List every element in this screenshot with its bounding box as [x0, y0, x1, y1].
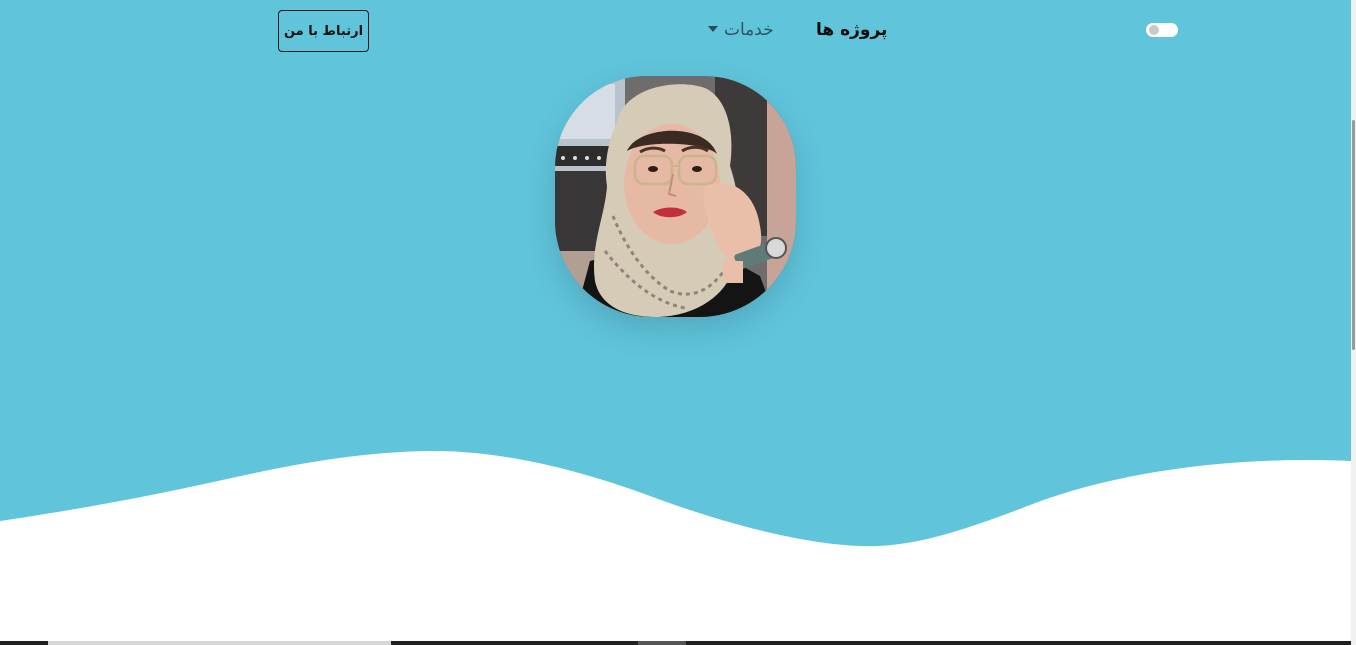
contact-me-button[interactable]: ارتباط با من: [278, 10, 369, 52]
toggle-knob: [1149, 25, 1159, 35]
top-navbar: ارتباط با من خدمات پروژه ها: [0, 0, 1351, 62]
taskbar-item[interactable]: [48, 641, 391, 645]
vertical-scrollbar[interactable]: [1351, 0, 1356, 645]
nav-services-label: خدمات: [724, 20, 774, 40]
profile-photo: [555, 76, 796, 317]
scrollbar-thumb[interactable]: [1352, 120, 1355, 350]
nav-projects-link[interactable]: پروژه ها: [816, 17, 887, 43]
hero-section: ارتباط با من خدمات پروژه ها: [0, 0, 1351, 560]
caret-down-icon: [708, 25, 718, 32]
nav-projects-label: پروژه ها: [816, 20, 888, 40]
theme-toggle-switch[interactable]: [1146, 23, 1178, 37]
page-viewport: ارتباط با من خدمات پروژه ها: [0, 0, 1351, 641]
nav-services-dropdown[interactable]: خدمات: [708, 17, 774, 43]
taskbar-item[interactable]: [638, 641, 686, 645]
os-taskbar-strip: [0, 641, 1351, 645]
profile-avatar: [555, 76, 796, 317]
